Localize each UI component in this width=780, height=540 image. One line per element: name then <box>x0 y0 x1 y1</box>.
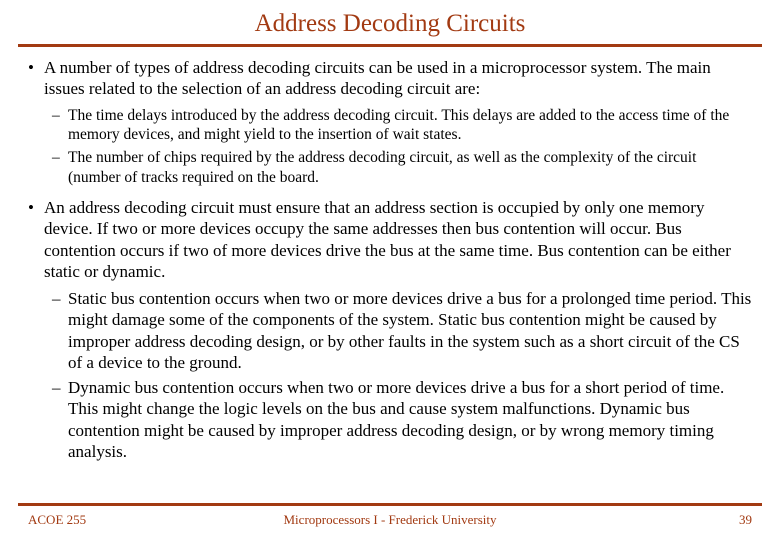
bullet-text: Static bus contention occurs when two or… <box>68 289 751 372</box>
bullet-level1: A number of types of address decoding ci… <box>28 57 752 100</box>
slide: Address Decoding Circuits A number of ty… <box>0 0 780 540</box>
bullet-level2: The number of chips required by the addr… <box>52 148 752 187</box>
footer-rule <box>18 503 762 506</box>
bullet-text: An address decoding circuit must ensure … <box>44 198 731 281</box>
footer: ACOE 255 Microprocessors I - Frederick U… <box>0 512 780 532</box>
slide-content: A number of types of address decoding ci… <box>0 47 780 462</box>
slide-title: Address Decoding Circuits <box>0 0 780 44</box>
bullet-level1: An address decoding circuit must ensure … <box>28 197 752 282</box>
bullet-level2: Static bus contention occurs when two or… <box>52 288 752 373</box>
bullet-level2: Dynamic bus contention occurs when two o… <box>52 377 752 462</box>
bullet-text: The time delays introduced by the addres… <box>68 107 729 143</box>
bullet-text: Dynamic bus contention occurs when two o… <box>68 378 724 461</box>
footer-page-number: 39 <box>739 512 752 528</box>
bullet-text: A number of types of address decoding ci… <box>44 58 711 98</box>
bullet-text: The number of chips required by the addr… <box>68 149 696 185</box>
footer-course-title: Microprocessors I - Frederick University <box>0 512 780 528</box>
bullet-level2: The time delays introduced by the addres… <box>52 106 752 145</box>
